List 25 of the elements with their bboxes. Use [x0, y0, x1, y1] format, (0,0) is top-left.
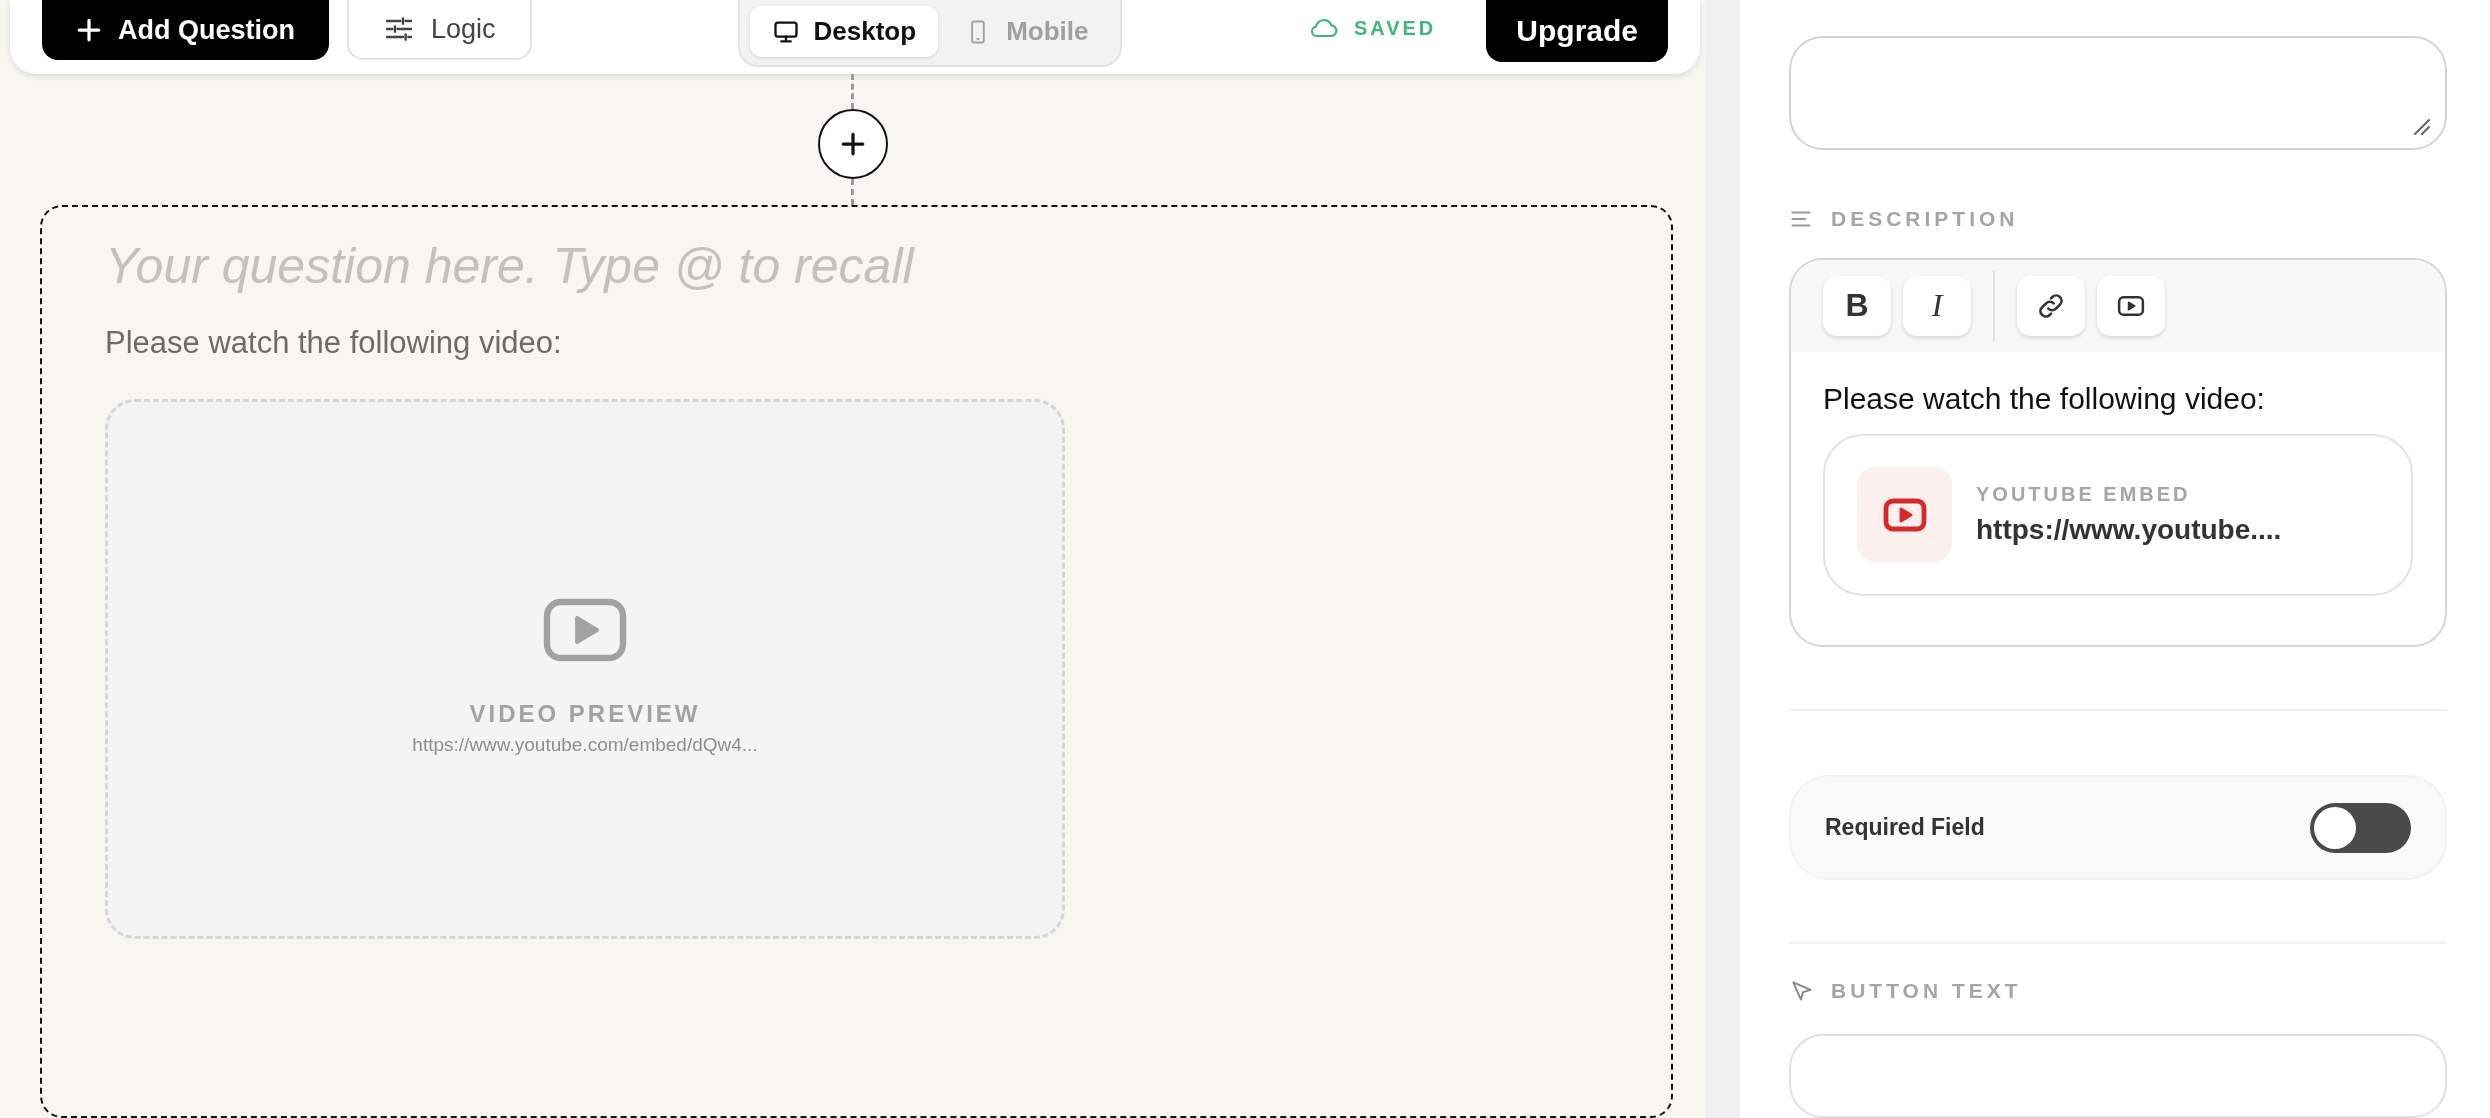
button-text-field[interactable]	[1789, 1034, 2447, 1118]
video-url: https://www.youtube.com/embed/dQw4...	[412, 734, 758, 757]
required-toggle[interactable]	[2310, 802, 2411, 853]
add-question-button[interactable]: Add Question	[42, 0, 329, 60]
embed-url: https://www.youtube....	[1976, 514, 2282, 547]
cursor-icon	[1789, 978, 1815, 1004]
video-embed-button[interactable]	[2097, 275, 2165, 336]
plus-icon	[76, 17, 102, 43]
italic-button[interactable]: I	[1903, 275, 1971, 336]
bold-button[interactable]: B	[1823, 275, 1891, 336]
question-description: Please watch the following video:	[105, 325, 563, 362]
description-editor[interactable]: B I Please watch the following video: YOUTUBE EMBED https://www.youtube....	[1789, 257, 2447, 648]
plus-icon	[839, 131, 866, 158]
field-label: BUTTON TEXT	[1831, 979, 2022, 1003]
required-field-label: Required Field	[1825, 814, 1985, 842]
link-button[interactable]	[2017, 275, 2085, 336]
question-text-field[interactable]	[1789, 36, 2447, 150]
upgrade-button[interactable]: Upgrade	[1486, 0, 1668, 62]
field-label: DESCRIPTION	[1831, 206, 2019, 231]
save-status: SAVED	[1353, 16, 1437, 40]
video-preview-label: VIDEO PREVIEW	[469, 700, 701, 729]
logic-button[interactable]: Logic	[347, 0, 532, 60]
embed-label: YOUTUBE EMBED	[1976, 483, 2192, 507]
description-text: Please watch the following video:	[1823, 381, 2266, 416]
view-mode-tab[interactable]: Desktop	[749, 6, 939, 57]
